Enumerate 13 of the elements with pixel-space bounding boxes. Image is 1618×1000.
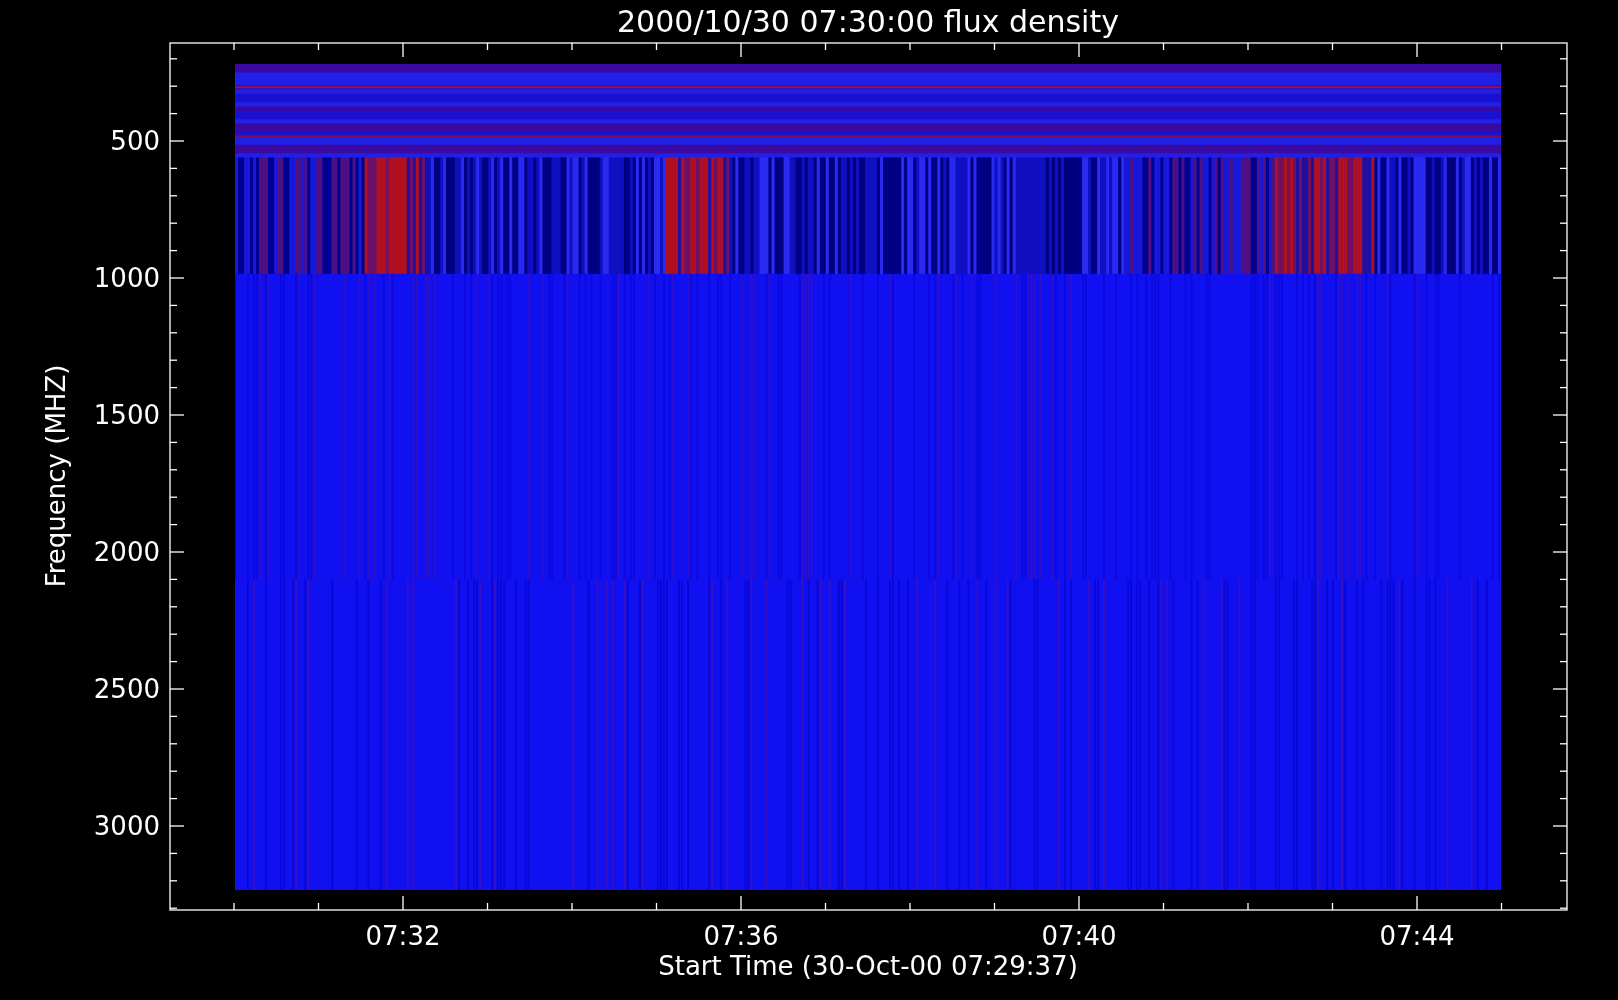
plot-title: 2000/10/30 07:30:00 flux density — [617, 4, 1119, 39]
x-tick-label: 07:36 — [703, 921, 779, 951]
y-tick-label: 1500 — [93, 400, 160, 430]
x-tick-label: 07:32 — [365, 921, 441, 951]
y-tick-label: 3000 — [93, 811, 160, 841]
y-axis-label: Frequency (MHZ) — [41, 364, 71, 588]
x-tick-label: 07:44 — [1379, 921, 1455, 951]
y-tick-label: 500 — [110, 126, 160, 156]
x-tick-label: 07:40 — [1041, 921, 1117, 951]
y-tick-label: 2000 — [93, 537, 160, 567]
y-tick-label: 2500 — [93, 674, 160, 704]
x-axis-label: Start Time (30-Oct-00 07:29:37) — [658, 951, 1078, 981]
y-tick-label: 1000 — [93, 263, 160, 293]
